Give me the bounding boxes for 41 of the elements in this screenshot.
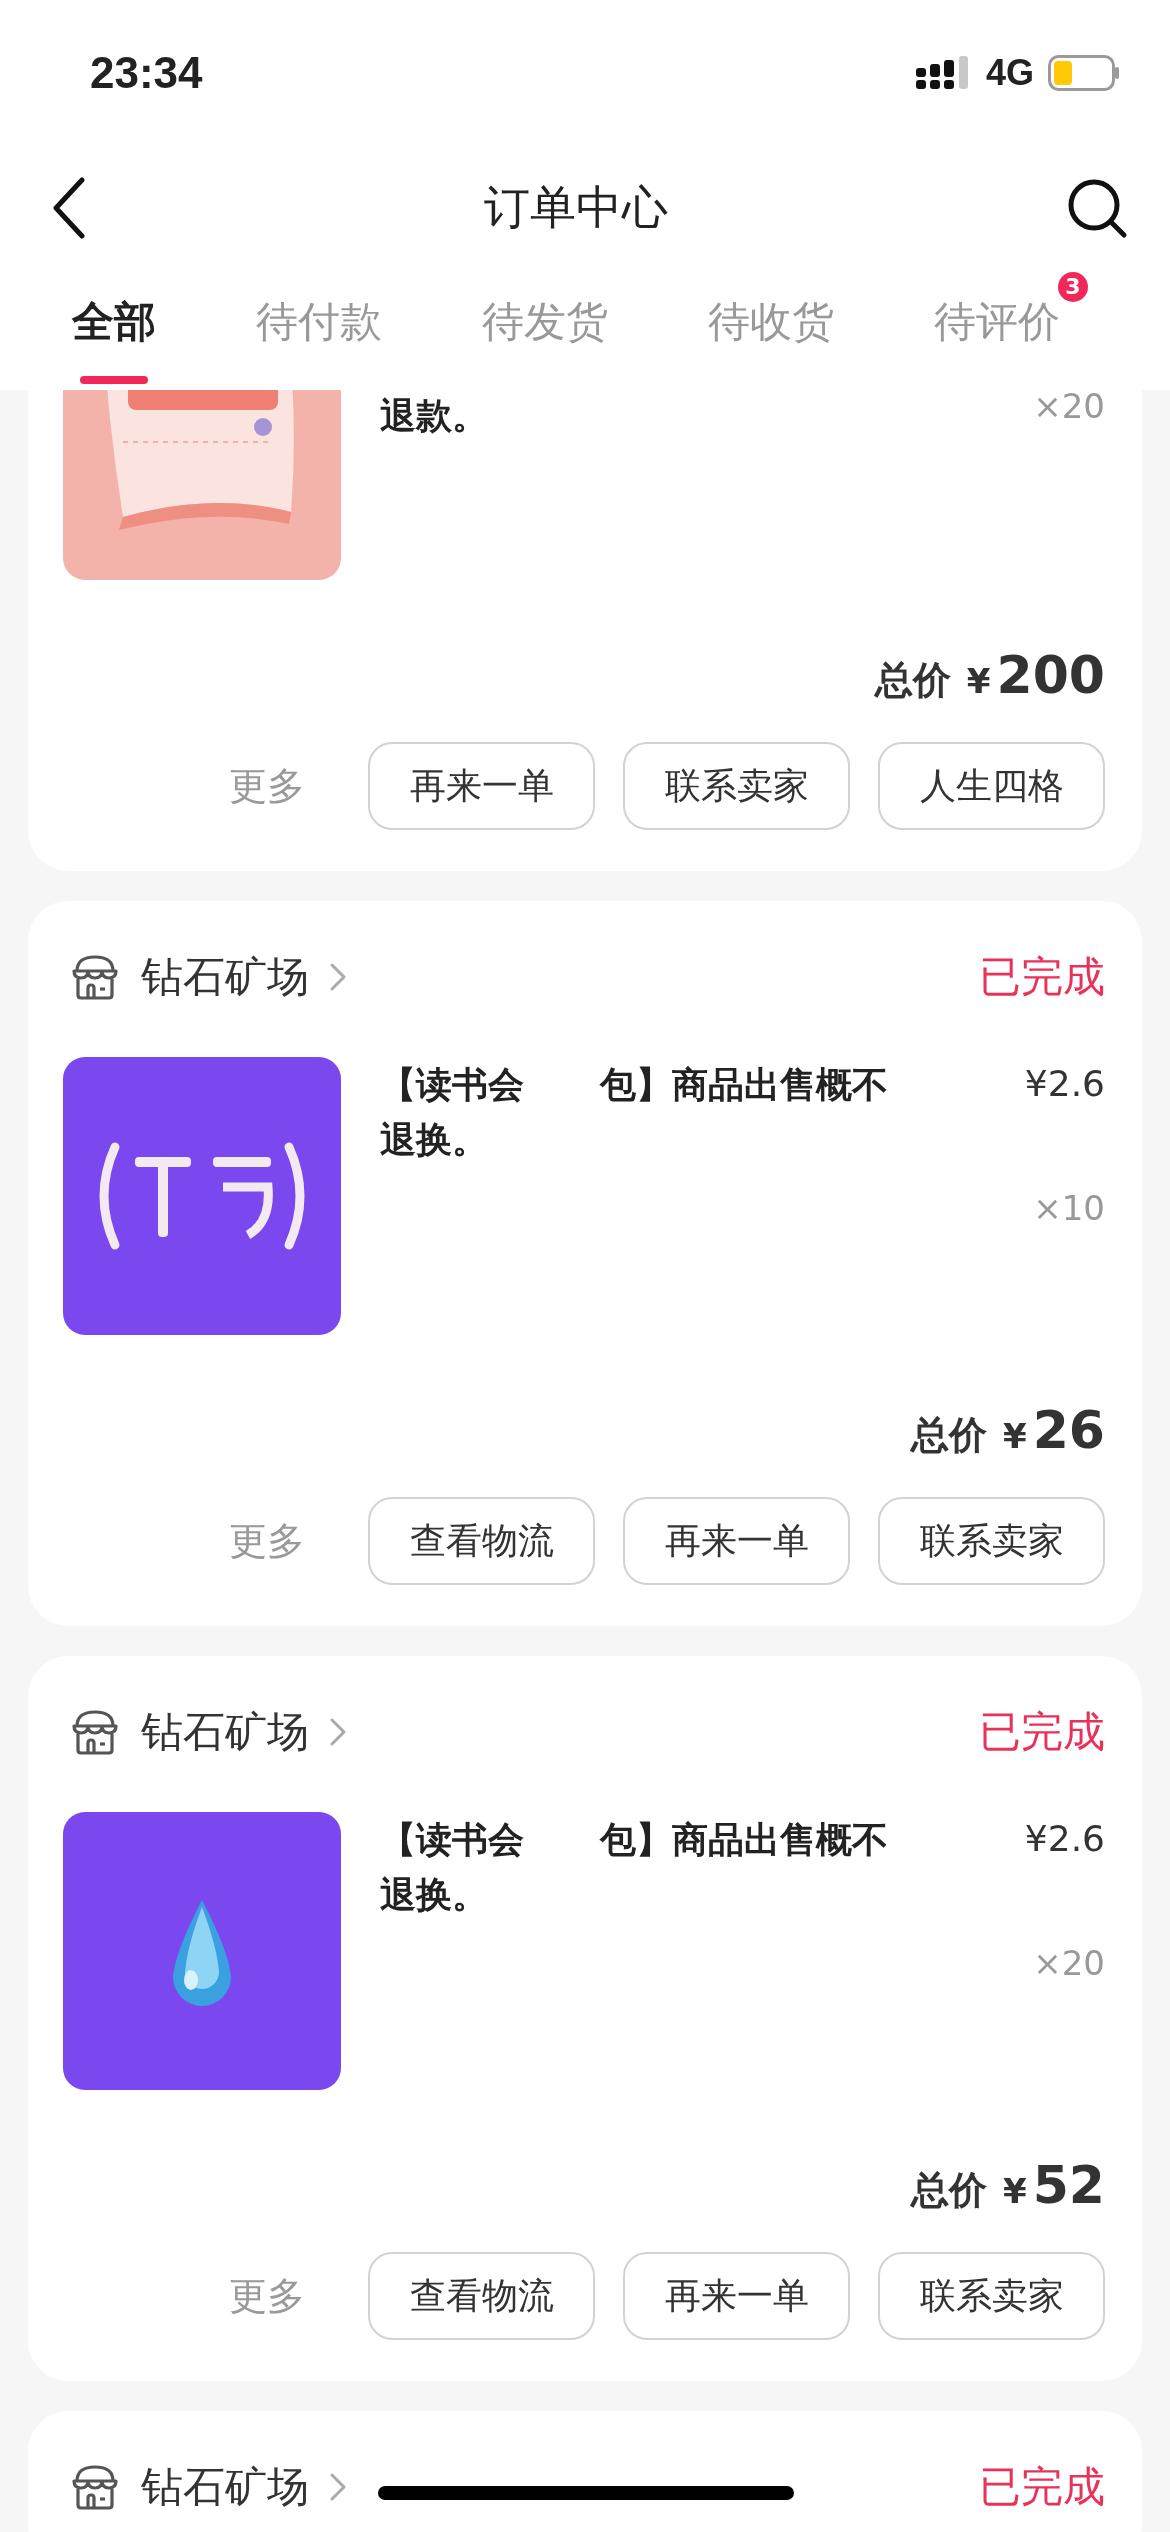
chevron-icon [329, 1717, 347, 1747]
action-button[interactable]: 联系卖家 [878, 1497, 1105, 1585]
shop-name[interactable]: 钻石矿场 [141, 1704, 309, 1760]
action-button[interactable]: 联系卖家 [878, 2252, 1105, 2340]
shop-name[interactable]: 钻石矿场 [141, 2459, 309, 2515]
total-price: ¥26 [1002, 1400, 1105, 1460]
action-button[interactable]: 再来一单 [623, 1497, 850, 1585]
product-title: 退款。 [380, 394, 489, 438]
quantity: ×10 [1033, 1188, 1105, 1228]
action-button[interactable]: 再来一单 [623, 2252, 850, 2340]
product-title: 【读书会 包】商品出售概不退换。 [380, 1818, 889, 1917]
page-title: 订单中心 [484, 178, 668, 236]
tab[interactable]: 待评价 3 [934, 271, 1088, 384]
count-badge: 3 [1058, 271, 1088, 302]
total-label: 总价 [910, 1412, 987, 1459]
back-icon[interactable] [52, 176, 86, 239]
status-time: 23:34 [90, 48, 203, 98]
total-price: ¥200 [966, 645, 1105, 705]
total-price: ¥52 [1002, 2155, 1105, 2215]
order-status: 已完成 [979, 1706, 1105, 1758]
chevron-icon [329, 962, 347, 992]
quantity: ×20 [1033, 1943, 1105, 1983]
unit-price: ¥2.6 [1024, 1818, 1105, 1859]
battery-icon [1048, 55, 1120, 91]
total-label: 总价 [910, 2167, 987, 2214]
tab-underline [80, 375, 148, 384]
product-title: 【读书会 包】商品出售概不退换。 [380, 1063, 889, 1162]
total-label: 总价 [874, 657, 951, 704]
unit-price: ¥2.6 [1024, 1063, 1105, 1104]
tab[interactable]: 全部 [72, 271, 184, 384]
chevron-icon [329, 2472, 347, 2502]
action-button[interactable]: 再来一单 [368, 742, 595, 830]
order-status: 已完成 [979, 951, 1105, 1003]
order-status: 已完成 [979, 2461, 1105, 2513]
shop-name[interactable]: 钻石矿场 [141, 949, 309, 1005]
action-button[interactable]: 联系卖家 [623, 742, 850, 830]
action-button[interactable]: 人生四格 [878, 742, 1105, 830]
quantity: ×20 [1033, 386, 1105, 426]
network-label: 4G [985, 52, 1034, 94]
action-button[interactable]: 查看物流 [368, 1497, 595, 1585]
action-button[interactable]: 查看物流 [368, 2252, 595, 2340]
